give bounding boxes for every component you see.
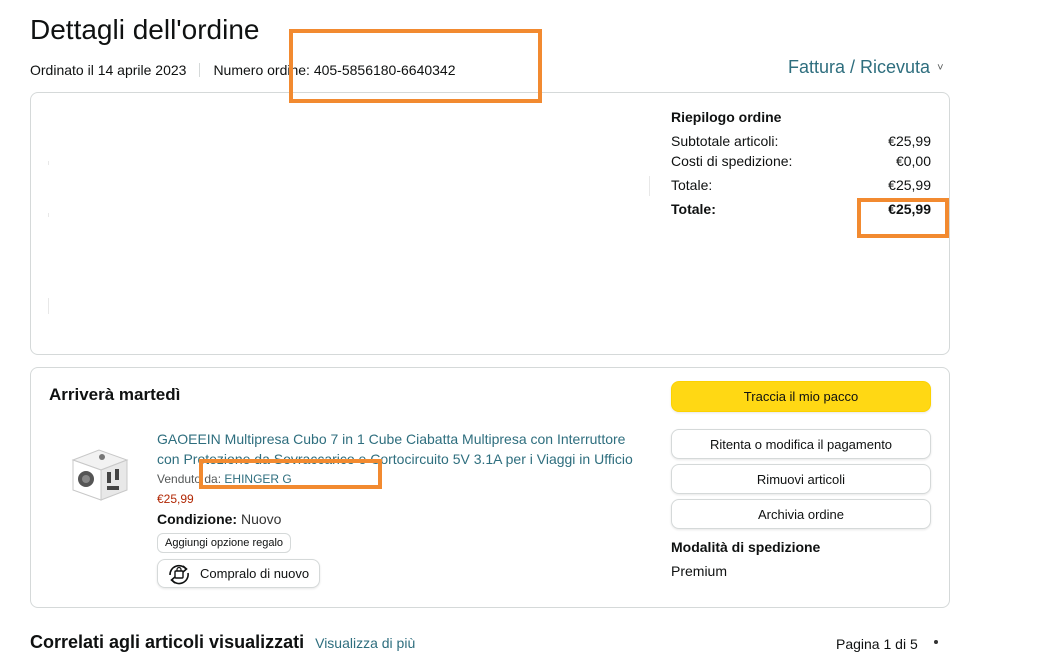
invoice-label: Fattura / Ricevuta (788, 57, 931, 77)
total-value: €25,99 (888, 177, 931, 193)
product-image[interactable] (65, 438, 133, 506)
condition-label: Condizione: (157, 511, 238, 527)
seller-info: Venduto da: EHINGER G (157, 472, 292, 486)
faint-divider (649, 176, 650, 196)
product-price: €25,99 (157, 492, 194, 506)
order-summary: Riepilogo ordine Subtotale articoli: €25… (671, 109, 931, 219)
summary-heading: Riepilogo ordine (671, 109, 782, 125)
shipping-label: Costi di spedizione: (671, 153, 793, 169)
shipping-method-value: Premium (671, 563, 728, 579)
subtotal-label: Subtotale articoli: (671, 133, 779, 149)
page-title: Dettagli dell'ordine (30, 14, 260, 45)
order-actions: Traccia il mio pacco Ritenta o modifica … (671, 381, 931, 579)
shipment-card: Arriverà martedì GAOEEIN Multipresa Cubo… (30, 367, 950, 608)
shipping-value: €0,00 (895, 153, 931, 169)
condition: Condizione: Nuovo (157, 511, 281, 527)
power-cube-icon (71, 449, 129, 501)
shipping-method-heading: Modalità di spedizione (671, 539, 821, 555)
arrival-heading: Arriverà martedì (49, 385, 181, 404)
see-more-link[interactable]: Visualizza di più (315, 635, 415, 651)
faint-divider (48, 161, 49, 165)
buy-again-icon (166, 563, 192, 585)
related-section-heading: Correlati agli articoli visualizzati Vis… (30, 632, 415, 653)
track-package-button[interactable]: Traccia il mio pacco (671, 381, 931, 412)
order-meta: Ordinato il 14 aprile 2023 Numero ordine… (30, 62, 456, 78)
faint-divider (48, 298, 49, 314)
meta-divider (199, 63, 201, 77)
subtotal-row: Subtotale articoli: €25,99 (671, 131, 931, 151)
buy-again-label: Compralo di nuovo (200, 566, 310, 581)
shipping-row: Costi di spedizione: €0,00 (671, 151, 931, 171)
order-summary-card: Riepilogo ordine Subtotale articoli: €25… (30, 92, 950, 355)
related-heading: Correlati agli articoli visualizzati (30, 632, 305, 652)
product-title-link[interactable]: GAOEEIN Multipresa Cubo 7 in 1 Cube Ciab… (157, 429, 637, 469)
condition-value: Nuovo (241, 511, 282, 527)
grand-total-row: Totale: €25,99 (671, 199, 931, 219)
grand-total-label: Totale: (671, 201, 716, 217)
page-indicator: Pagina 1 di 5 (836, 636, 918, 652)
seller-link[interactable]: EHINGER G (224, 472, 291, 486)
invoice-dropdown[interactable]: Fattura / Ricevuta ˅ (788, 57, 944, 78)
retry-payment-button[interactable]: Ritenta o modifica il pagamento (671, 429, 931, 459)
chevron-down-icon: ˅ (937, 61, 944, 74)
add-gift-option-button[interactable]: Aggiungi opzione regalo (157, 533, 292, 553)
buy-again-button[interactable]: Compralo di nuovo (157, 559, 320, 588)
grand-total-value: €25,99 (888, 201, 931, 217)
more-dots-icon[interactable] (934, 640, 938, 644)
order-number: Numero ordine: 405-5856180-6640342 (213, 62, 456, 78)
faint-divider (48, 213, 49, 217)
total-label: Totale: (671, 177, 713, 193)
archive-order-button[interactable]: Archivia ordine (671, 499, 931, 529)
remove-items-button[interactable]: Rimuovi articoli (671, 464, 931, 494)
sold-by-label: Venduto da: (157, 472, 222, 486)
carousel-pager: Pagina 1 di 5 (836, 636, 938, 652)
total-row: Totale: €25,99 (671, 175, 931, 195)
order-date: Ordinato il 14 aprile 2023 (30, 62, 187, 78)
subtotal-value: €25,99 (888, 133, 931, 149)
